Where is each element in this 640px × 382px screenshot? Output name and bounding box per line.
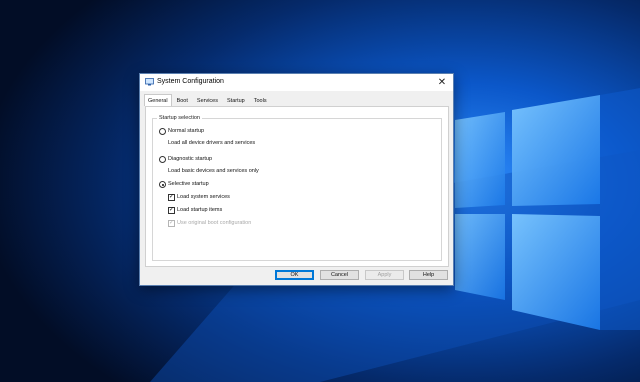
window-title: System Configuration xyxy=(157,78,224,85)
diagnostic-startup-radio[interactable] xyxy=(159,156,166,163)
load-startup-items-label[interactable]: Load startup items xyxy=(177,207,222,213)
cancel-button[interactable]: Cancel xyxy=(320,270,359,280)
system-configuration-window: System Configuration ✕ General Boot Serv… xyxy=(139,73,454,286)
use-original-boot-config-checkbox: ✓ xyxy=(168,220,175,227)
general-tab-panel: Startup selection Normal startup Load al… xyxy=(145,106,449,267)
normal-startup-radio[interactable] xyxy=(159,128,166,135)
help-button[interactable]: Help xyxy=(409,270,448,280)
close-button[interactable]: ✕ xyxy=(431,74,453,91)
system-config-icon xyxy=(145,78,154,86)
apply-button: Apply xyxy=(365,270,404,280)
normal-startup-description: Load all device drivers and services xyxy=(168,140,256,146)
tab-tools[interactable]: Tools xyxy=(250,95,271,106)
tab-strip: General Boot Services Startup Tools xyxy=(144,94,272,106)
use-original-boot-config-label: Use original boot configuration xyxy=(177,220,252,226)
startup-selection-group: Startup selection Normal startup Load al… xyxy=(152,115,442,261)
close-icon: ✕ xyxy=(437,77,447,88)
load-startup-items-checkbox[interactable]: ✓ xyxy=(168,207,175,214)
tab-general[interactable]: General xyxy=(144,94,172,106)
ok-button[interactable]: OK xyxy=(275,270,314,280)
selective-startup-label[interactable]: Selective startup xyxy=(168,181,209,187)
selective-startup-radio[interactable] xyxy=(159,181,166,188)
diagnostic-startup-label[interactable]: Diagnostic startup xyxy=(168,156,212,162)
diagnostic-startup-description: Load basic devices and services only xyxy=(168,168,259,174)
title-bar[interactable]: System Configuration ✕ xyxy=(140,74,453,91)
load-system-services-checkbox[interactable]: ✓ xyxy=(168,194,175,201)
tab-services[interactable]: Services xyxy=(193,95,222,106)
tab-startup[interactable]: Startup xyxy=(223,95,249,106)
group-title: Startup selection xyxy=(157,115,202,121)
load-system-services-label[interactable]: Load system services xyxy=(177,194,230,200)
tab-boot[interactable]: Boot xyxy=(173,95,192,106)
normal-startup-label[interactable]: Normal startup xyxy=(168,128,204,134)
